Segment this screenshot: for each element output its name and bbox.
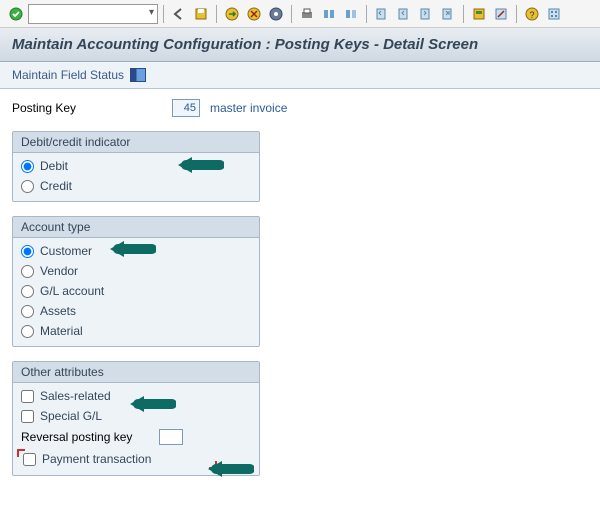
cancel-icon[interactable] <box>244 4 264 24</box>
vendor-label: Vendor <box>40 264 78 278</box>
settings-icon[interactable] <box>544 4 564 24</box>
posting-key-label: Posting Key <box>12 101 162 115</box>
account-type-header: Account type <box>13 217 259 238</box>
material-label: Material <box>40 324 83 338</box>
sub-toolbar: Maintain Field Status <box>0 62 600 89</box>
highlight-corner-icon <box>17 449 25 457</box>
first-page-icon[interactable] <box>372 4 392 24</box>
highlight-corner-icon <box>209 461 217 469</box>
page-title: Maintain Accounting Configuration : Post… <box>0 28 600 62</box>
maintain-field-status-link[interactable]: Maintain Field Status <box>12 68 124 82</box>
posting-key-input[interactable] <box>172 99 200 117</box>
prev-page-icon[interactable] <box>394 4 414 24</box>
account-type-group: Account type Customer Vendor G/L account… <box>12 216 260 347</box>
debit-credit-group: Debit/credit indicator Debit Credit <box>12 131 260 202</box>
payment-transaction-label: Payment transaction <box>42 452 151 466</box>
print-icon[interactable] <box>297 4 317 24</box>
special-gl-label: Special G/L <box>40 409 102 423</box>
last-page-icon[interactable] <box>438 4 458 24</box>
exit-icon[interactable] <box>222 4 242 24</box>
gl-account-radio[interactable] <box>21 285 34 298</box>
reversal-posting-key-input[interactable] <box>159 429 183 445</box>
assets-label: Assets <box>40 304 76 318</box>
main-toolbar: ? <box>0 0 600 28</box>
credit-label: Credit <box>40 179 72 193</box>
sales-related-checkbox[interactable] <box>21 390 34 403</box>
debit-credit-header: Debit/credit indicator <box>13 132 259 153</box>
customer-radio[interactable] <box>21 245 34 258</box>
special-gl-checkbox[interactable] <box>21 410 34 423</box>
enter-icon[interactable] <box>6 4 26 24</box>
credit-radio[interactable] <box>21 180 34 193</box>
help-icon[interactable]: ? <box>522 4 542 24</box>
sales-related-label: Sales-related <box>40 389 111 403</box>
find-next-icon[interactable] <box>341 4 361 24</box>
customer-label: Customer <box>40 244 92 258</box>
posting-key-description: master invoice <box>210 101 287 115</box>
assets-radio[interactable] <box>21 305 34 318</box>
other-attributes-group: Other attributes Sales-related Special G… <box>12 361 260 476</box>
next-page-icon[interactable] <box>416 4 436 24</box>
svg-text:?: ? <box>529 10 534 20</box>
other-attributes-header: Other attributes <box>13 362 259 383</box>
save-icon[interactable] <box>191 4 211 24</box>
vendor-radio[interactable] <box>21 265 34 278</box>
new-session-icon[interactable] <box>469 4 489 24</box>
reversal-posting-key-label: Reversal posting key <box>21 430 151 444</box>
find-icon[interactable] <box>319 4 339 24</box>
back-icon[interactable] <box>169 4 189 24</box>
debit-label: Debit <box>40 159 68 173</box>
field-status-icon[interactable] <box>130 68 146 82</box>
gl-account-label: G/L account <box>40 284 104 298</box>
session-icon[interactable] <box>266 4 286 24</box>
debit-radio[interactable] <box>21 160 34 173</box>
command-input[interactable] <box>28 4 158 24</box>
material-radio[interactable] <box>21 325 34 338</box>
shortcut-icon[interactable] <box>491 4 511 24</box>
